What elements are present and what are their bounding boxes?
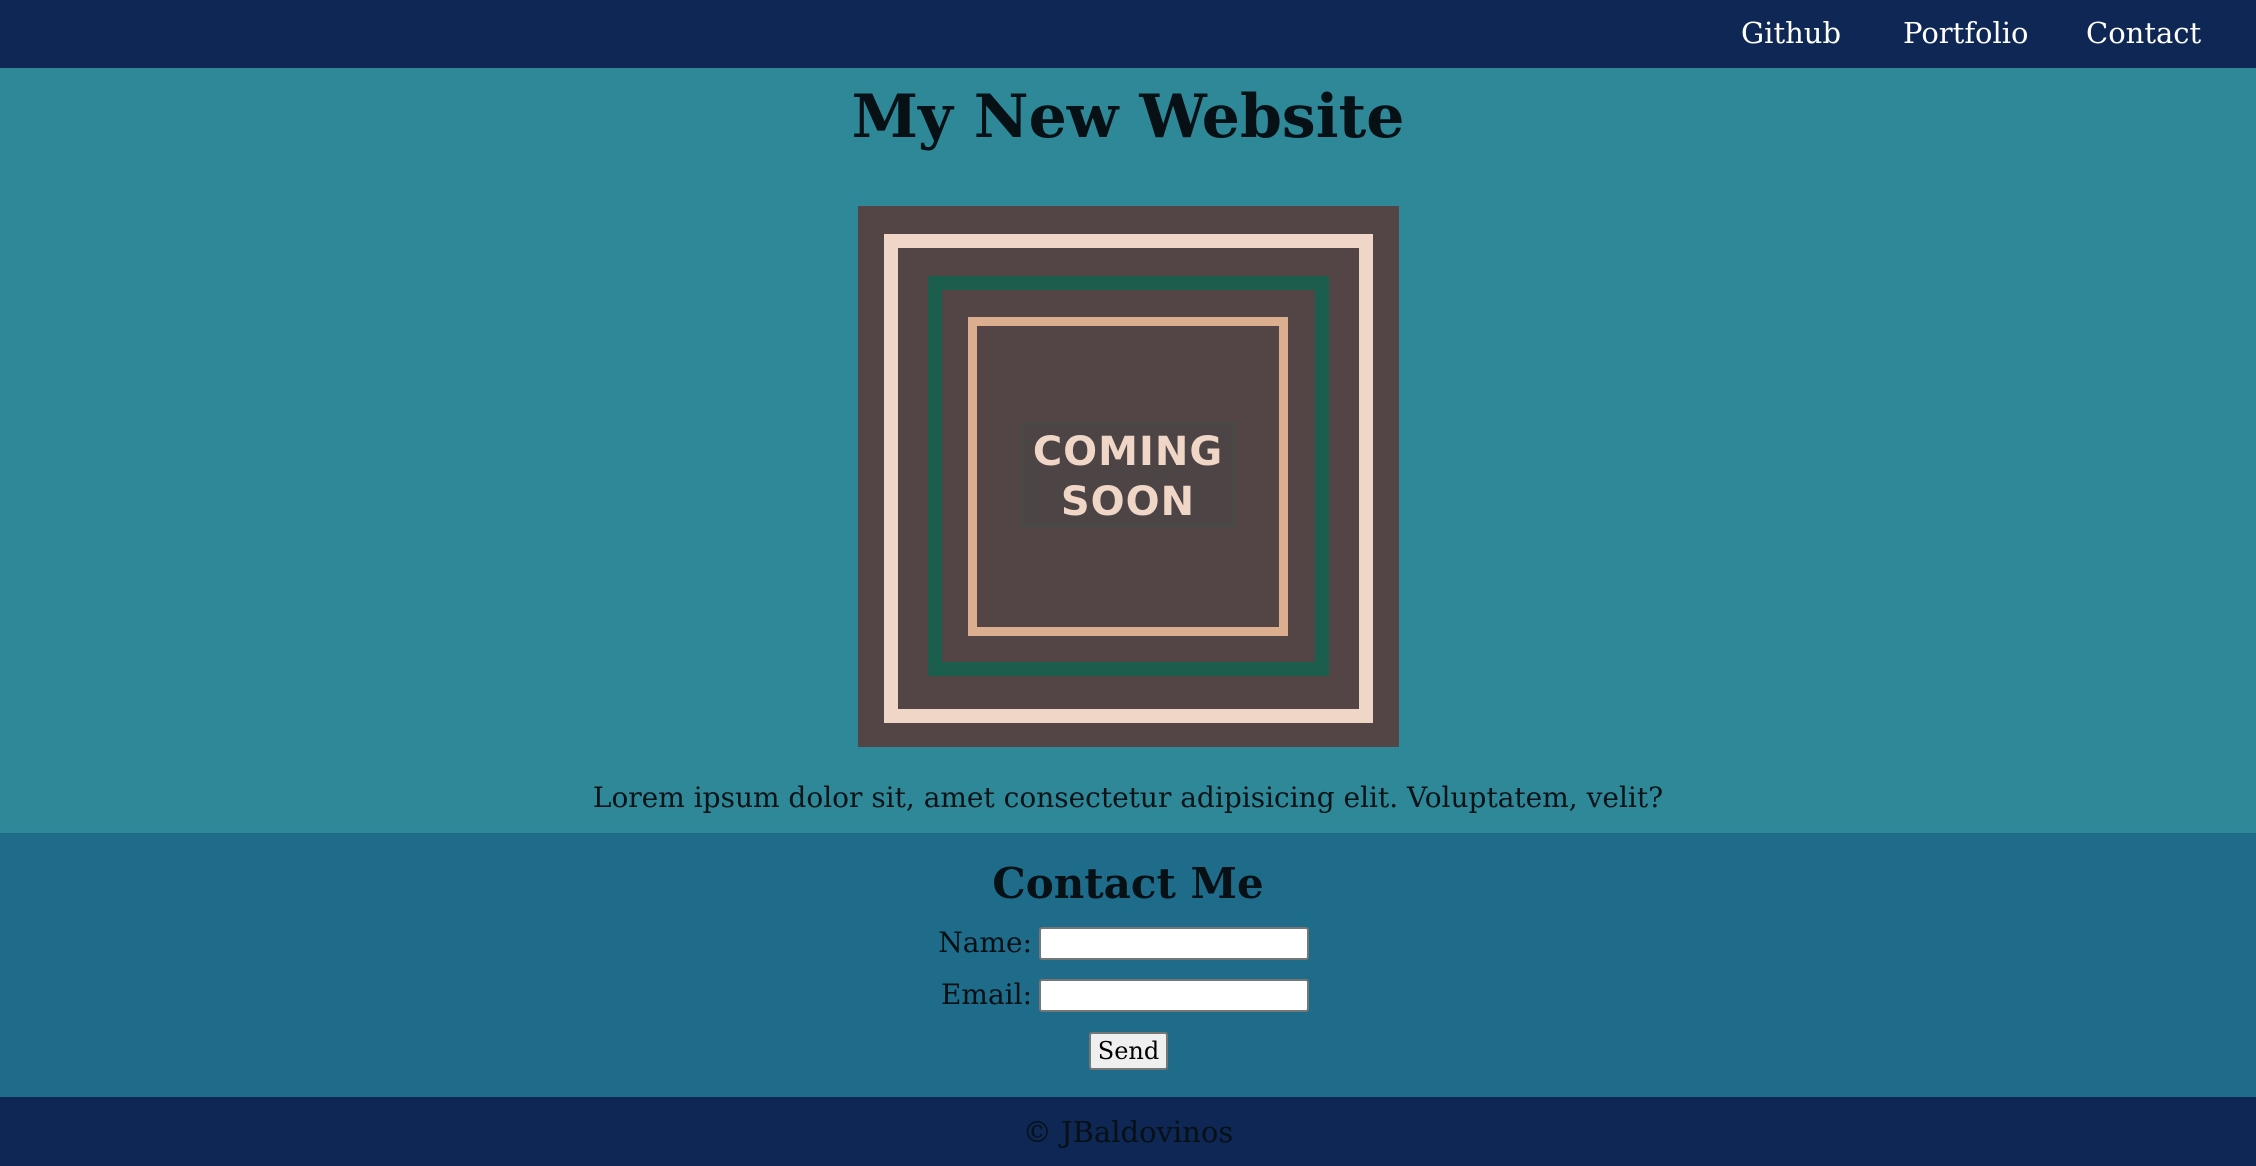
send-button[interactable]: Send bbox=[1089, 1032, 1168, 1070]
soon-text: SOON bbox=[1060, 479, 1196, 525]
coming-soon-label: COMING SOON bbox=[1021, 422, 1235, 527]
name-input[interactable] bbox=[1039, 927, 1309, 960]
nav-link-github[interactable]: Github bbox=[1741, 13, 1841, 53]
nav-link-contact[interactable]: Contact bbox=[2086, 13, 2201, 53]
name-label: Name: bbox=[938, 926, 1032, 959]
email-input[interactable] bbox=[1039, 979, 1309, 1012]
coming-soon-image: COMING SOON bbox=[858, 206, 1399, 747]
page-title: My New Website bbox=[851, 82, 1405, 152]
contact-title: Contact Me bbox=[992, 859, 1264, 908]
coming-text: COMING bbox=[1032, 429, 1224, 475]
copyright-text: © JBaldovinos bbox=[1022, 1115, 1234, 1149]
hero-description: Lorem ipsum dolor sit, amet consectetur … bbox=[592, 781, 1664, 814]
email-label: Email: bbox=[940, 978, 1032, 1011]
navbar: Github Portfolio Contact bbox=[0, 0, 2256, 68]
nav-link-portfolio[interactable]: Portfolio bbox=[1903, 13, 2029, 53]
